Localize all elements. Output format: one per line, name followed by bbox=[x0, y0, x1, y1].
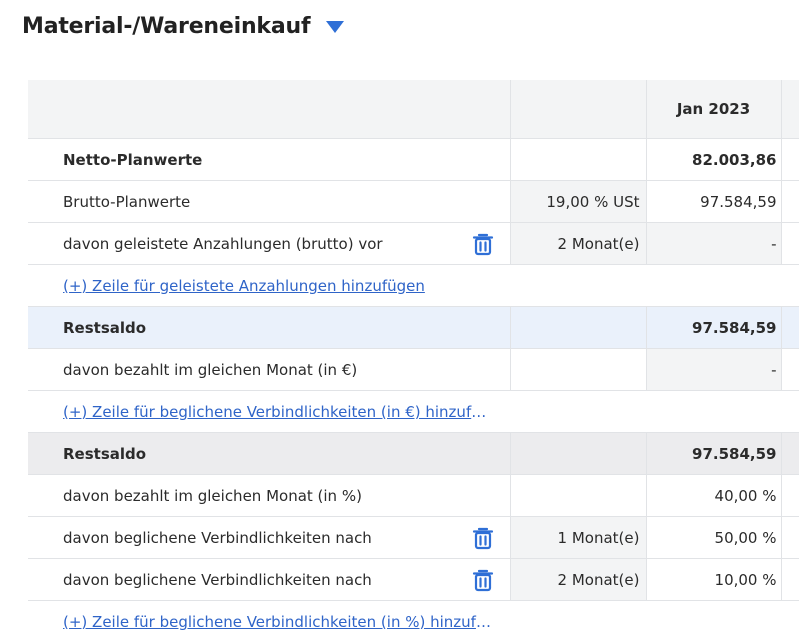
row-label: Restsaldo bbox=[28, 306, 510, 349]
month-offset[interactable]: 1 Monat(e) bbox=[509, 516, 646, 559]
row-restsaldo-2: Restsaldo 97.584,59 bbox=[28, 432, 799, 475]
row-rest bbox=[780, 516, 799, 559]
row-value[interactable]: - bbox=[645, 348, 781, 391]
row-value[interactable]: - bbox=[645, 222, 781, 265]
row-label: davon geleistete Anzahlungen (brutto) vo… bbox=[63, 234, 383, 253]
row-rest bbox=[780, 138, 799, 181]
row-rest bbox=[780, 348, 799, 391]
row-label: Restsaldo bbox=[28, 432, 510, 475]
row-label: davon beglichene Verbindlichkeiten nach bbox=[63, 528, 372, 547]
row-restsaldo-1: Restsaldo 97.584,59 bbox=[28, 306, 799, 349]
row-value[interactable]: 50,00 % bbox=[645, 516, 781, 559]
row-beglichen-2: davon beglichene Verbindlichkeiten nach … bbox=[28, 558, 799, 601]
add-eur-link[interactable]: (+) Zeile für beglichene Verbindlichkeit… bbox=[63, 403, 493, 421]
row-netto: Netto-Planwerte 82.003,86 bbox=[28, 138, 799, 181]
add-pct-link[interactable]: (+) Zeile für beglichene Verbindlichkeit… bbox=[63, 613, 493, 631]
row-add-pct: (+) Zeile für beglichene Verbindlichkeit… bbox=[28, 601, 799, 634]
header-label-cell bbox=[28, 80, 510, 139]
add-anzahlung-link[interactable]: (+) Zeile für geleistete Anzahlungen hin… bbox=[63, 277, 425, 295]
row-mid bbox=[509, 306, 646, 349]
row-value: 97.584,59 bbox=[645, 432, 781, 475]
row-add-anzahlung: (+) Zeile für geleistete Anzahlungen hin… bbox=[28, 264, 799, 307]
row-rest bbox=[780, 432, 799, 475]
row-mid bbox=[509, 138, 646, 181]
row-value[interactable]: 40,00 % bbox=[645, 474, 781, 517]
header-mid-cell bbox=[509, 80, 646, 139]
month-offset[interactable]: 2 Monat(e) bbox=[509, 558, 646, 601]
row-label: davon bezahlt im gleichen Monat (in %) bbox=[28, 474, 510, 517]
row-rest bbox=[780, 474, 799, 517]
trash-icon[interactable] bbox=[472, 232, 494, 256]
row-value: 97.584,59 bbox=[645, 180, 781, 223]
month-header: Jan 2023 bbox=[645, 80, 781, 139]
vat-rate[interactable]: 19,00 % USt bbox=[509, 180, 646, 223]
row-label: davon beglichene Verbindlichkeiten nach bbox=[63, 570, 372, 589]
row-value: 82.003,86 bbox=[645, 138, 781, 181]
row-label: Netto-Planwerte bbox=[28, 138, 510, 181]
page: Material-/Wareneinkauf Jan 2023 Netto-Pl… bbox=[0, 0, 799, 634]
header-next-cell bbox=[780, 80, 799, 139]
row-rest bbox=[780, 222, 799, 265]
row-label-cell: davon beglichene Verbindlichkeiten nach bbox=[28, 516, 510, 559]
trash-icon[interactable] bbox=[472, 568, 494, 592]
row-brutto: Brutto-Planwerte 19,00 % USt 97.584,59 bbox=[28, 180, 799, 223]
section-title: Material-/Wareneinkauf bbox=[22, 13, 311, 39]
row-rest bbox=[780, 558, 799, 601]
row-label: Brutto-Planwerte bbox=[28, 180, 510, 223]
row-anzahlung: davon geleistete Anzahlungen (brutto) vo… bbox=[28, 222, 799, 265]
row-rest bbox=[780, 180, 799, 223]
row-value: 97.584,59 bbox=[645, 306, 781, 349]
row-label: davon bezahlt im gleichen Monat (in €) bbox=[28, 348, 510, 391]
link-cell: (+) Zeile für geleistete Anzahlungen hin… bbox=[28, 264, 799, 307]
caret-down-icon[interactable] bbox=[326, 21, 345, 33]
row-mid bbox=[509, 474, 646, 517]
month-offset[interactable]: 2 Monat(e) bbox=[509, 222, 646, 265]
section-header: Material-/Wareneinkauf bbox=[22, 8, 345, 44]
link-cell: (+) Zeile für beglichene Verbindlichkeit… bbox=[28, 390, 799, 433]
row-label-cell: davon beglichene Verbindlichkeiten nach bbox=[28, 558, 510, 601]
row-add-eur: (+) Zeile für beglichene Verbindlichkeit… bbox=[28, 390, 799, 433]
row-bezahlt-eur: davon bezahlt im gleichen Monat (in €) - bbox=[28, 348, 799, 391]
table-header-row: Jan 2023 bbox=[28, 80, 799, 139]
row-value[interactable]: 10,00 % bbox=[645, 558, 781, 601]
plan-table: Jan 2023 Netto-Planwerte 82.003,86 Brutt… bbox=[28, 80, 799, 634]
row-mid bbox=[509, 432, 646, 475]
row-rest bbox=[780, 306, 799, 349]
row-bezahlt-pct: davon bezahlt im gleichen Monat (in %) 4… bbox=[28, 474, 799, 517]
trash-icon[interactable] bbox=[472, 526, 494, 550]
row-label-cell: davon geleistete Anzahlungen (brutto) vo… bbox=[28, 222, 510, 265]
row-mid bbox=[509, 348, 646, 391]
link-cell: (+) Zeile für beglichene Verbindlichkeit… bbox=[28, 601, 799, 634]
row-beglichen-1: davon beglichene Verbindlichkeiten nach … bbox=[28, 516, 799, 559]
